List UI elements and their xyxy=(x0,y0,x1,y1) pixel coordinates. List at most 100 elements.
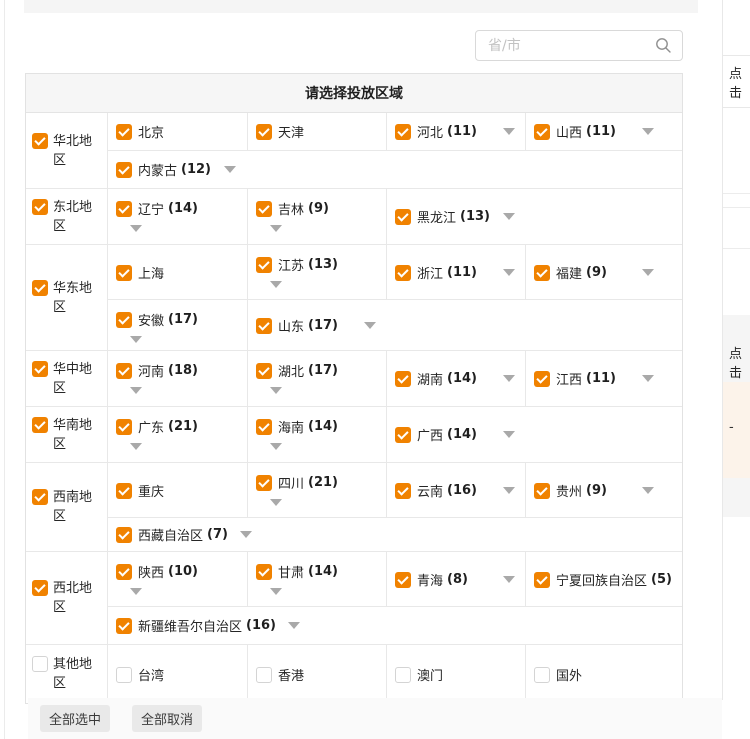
province-search-box[interactable] xyxy=(475,30,683,61)
province-line: 天津 xyxy=(256,122,352,141)
side-panel-row-2: 点击 xyxy=(723,315,750,382)
province-line: 北京 xyxy=(116,122,212,141)
region-checkbox-wrap: 其他地区 xyxy=(32,655,97,693)
chevron-down-icon[interactable] xyxy=(642,487,654,494)
province-cell: 湖北(17) xyxy=(248,351,387,406)
province-checkbox[interactable] xyxy=(395,427,411,443)
province-checkbox[interactable] xyxy=(395,483,411,499)
region-label: 西南地区 xyxy=(53,488,97,526)
province-checkbox[interactable] xyxy=(116,667,132,683)
province-count: (9) xyxy=(308,201,329,216)
region-provinces: 重庆四川(21)云南(16)贵州(9)西藏自治区(7) xyxy=(108,463,682,551)
province-checkbox[interactable] xyxy=(116,564,132,580)
province-label: 陕西 xyxy=(138,562,164,581)
chevron-down-icon[interactable] xyxy=(270,588,282,595)
chevron-down-icon[interactable] xyxy=(503,213,515,220)
search-input[interactable] xyxy=(486,37,655,55)
province-checkbox[interactable] xyxy=(534,572,550,588)
province-cell: 北京 xyxy=(108,113,248,150)
province-checkbox[interactable] xyxy=(256,564,272,580)
chevron-down-icon[interactable] xyxy=(503,487,515,494)
province-line: 山西(11) xyxy=(534,122,654,141)
divider xyxy=(723,207,750,208)
chevron-down-icon[interactable] xyxy=(503,375,515,382)
chevron-down-icon[interactable] xyxy=(224,166,236,173)
province-checkbox[interactable] xyxy=(534,124,550,140)
region-cell: 其他地区 xyxy=(26,645,108,703)
chevron-down-icon[interactable] xyxy=(130,443,142,450)
chevron-down-icon[interactable] xyxy=(270,387,282,394)
chevron-down-icon[interactable] xyxy=(642,128,654,135)
region-checkbox[interactable] xyxy=(32,580,48,596)
region-checkbox[interactable] xyxy=(32,417,48,433)
province-checkbox[interactable] xyxy=(395,265,411,281)
province-cell: 新疆维吾尔自治区(16) xyxy=(108,607,684,644)
chevron-down-icon[interactable] xyxy=(503,576,515,583)
chevron-down-icon[interactable] xyxy=(130,387,142,394)
chevron-down-icon[interactable] xyxy=(364,322,376,329)
chevron-down-icon[interactable] xyxy=(130,225,142,232)
province-subrow: 上海江苏(13)浙江(11)福建(9) xyxy=(108,245,682,300)
province-checkbox[interactable] xyxy=(256,124,272,140)
province-checkbox[interactable] xyxy=(395,572,411,588)
chevron-down-icon[interactable] xyxy=(270,225,282,232)
region-checkbox[interactable] xyxy=(32,199,48,215)
select-all-button[interactable]: 全部选中 xyxy=(40,705,110,732)
province-checkbox[interactable] xyxy=(256,257,272,273)
region-provinces: 陕西(10)甘肃(14)青海(8)宁夏回族自治区(5)新疆维吾尔自治区(16) xyxy=(108,552,682,644)
province-checkbox[interactable] xyxy=(395,371,411,387)
province-checkbox[interactable] xyxy=(534,667,550,683)
province-label: 湖北 xyxy=(278,361,304,380)
province-checkbox[interactable] xyxy=(256,667,272,683)
province-checkbox[interactable] xyxy=(256,201,272,217)
province-checkbox[interactable] xyxy=(256,475,272,491)
province-checkbox[interactable] xyxy=(116,618,132,634)
chevron-down-icon[interactable] xyxy=(503,128,515,135)
chevron-down-icon[interactable] xyxy=(130,336,142,343)
region-checkbox[interactable] xyxy=(32,656,48,672)
region-checkbox[interactable] xyxy=(32,489,48,505)
province-checkbox[interactable] xyxy=(256,419,272,435)
region-row: 东北地区辽宁(14)吉林(9)黑龙江(13) xyxy=(26,189,682,245)
search-icon[interactable] xyxy=(655,37,672,54)
chevron-down-icon[interactable] xyxy=(270,499,282,506)
deselect-all-button[interactable]: 全部取消 xyxy=(132,705,202,732)
province-checkbox[interactable] xyxy=(116,312,132,328)
region-checkbox[interactable] xyxy=(32,361,48,377)
province-checkbox[interactable] xyxy=(116,124,132,140)
province-checkbox[interactable] xyxy=(534,483,550,499)
chevron-down-icon[interactable] xyxy=(503,269,515,276)
province-checkbox[interactable] xyxy=(116,265,132,281)
table-title: 请选择投放区域 xyxy=(26,74,682,113)
province-label-block: 江西(11) xyxy=(550,369,630,388)
region-checkbox[interactable] xyxy=(32,280,48,296)
chevron-down-icon[interactable] xyxy=(270,443,282,450)
province-checkbox[interactable] xyxy=(116,527,132,543)
province-checkbox[interactable] xyxy=(534,371,550,387)
province-checkbox[interactable] xyxy=(116,201,132,217)
province-checkbox[interactable] xyxy=(256,318,272,334)
province-subrow: 辽宁(14)吉林(9)黑龙江(13) xyxy=(108,189,682,244)
province-checkbox[interactable] xyxy=(395,667,411,683)
province-checkbox[interactable] xyxy=(395,209,411,225)
region-checkbox[interactable] xyxy=(32,133,48,149)
province-checkbox[interactable] xyxy=(116,162,132,178)
chevron-down-icon[interactable] xyxy=(270,281,282,288)
province-checkbox[interactable] xyxy=(534,265,550,281)
chevron-down-icon[interactable] xyxy=(130,588,142,595)
province-checkbox[interactable] xyxy=(116,363,132,379)
chevron-down-icon[interactable] xyxy=(642,375,654,382)
chevron-down-icon[interactable] xyxy=(240,531,252,538)
province-checkbox[interactable] xyxy=(395,124,411,140)
province-label-block: 黑龙江(13) xyxy=(411,207,491,226)
region-rows-container: 华北地区北京天津河北(11)山西(11)内蒙古(12)东北地区辽宁(14)吉林(… xyxy=(26,113,682,703)
chevron-down-icon[interactable] xyxy=(503,431,515,438)
region-row: 西南地区重庆四川(21)云南(16)贵州(9)西藏自治区(7) xyxy=(26,463,682,552)
chevron-down-icon[interactable] xyxy=(642,269,654,276)
province-checkbox[interactable] xyxy=(116,419,132,435)
province-checkbox[interactable] xyxy=(116,483,132,499)
province-checkbox[interactable] xyxy=(256,363,272,379)
province-label: 山东 xyxy=(278,316,304,335)
province-label-block: 广西(14) xyxy=(411,425,491,444)
chevron-down-icon[interactable] xyxy=(288,622,300,629)
